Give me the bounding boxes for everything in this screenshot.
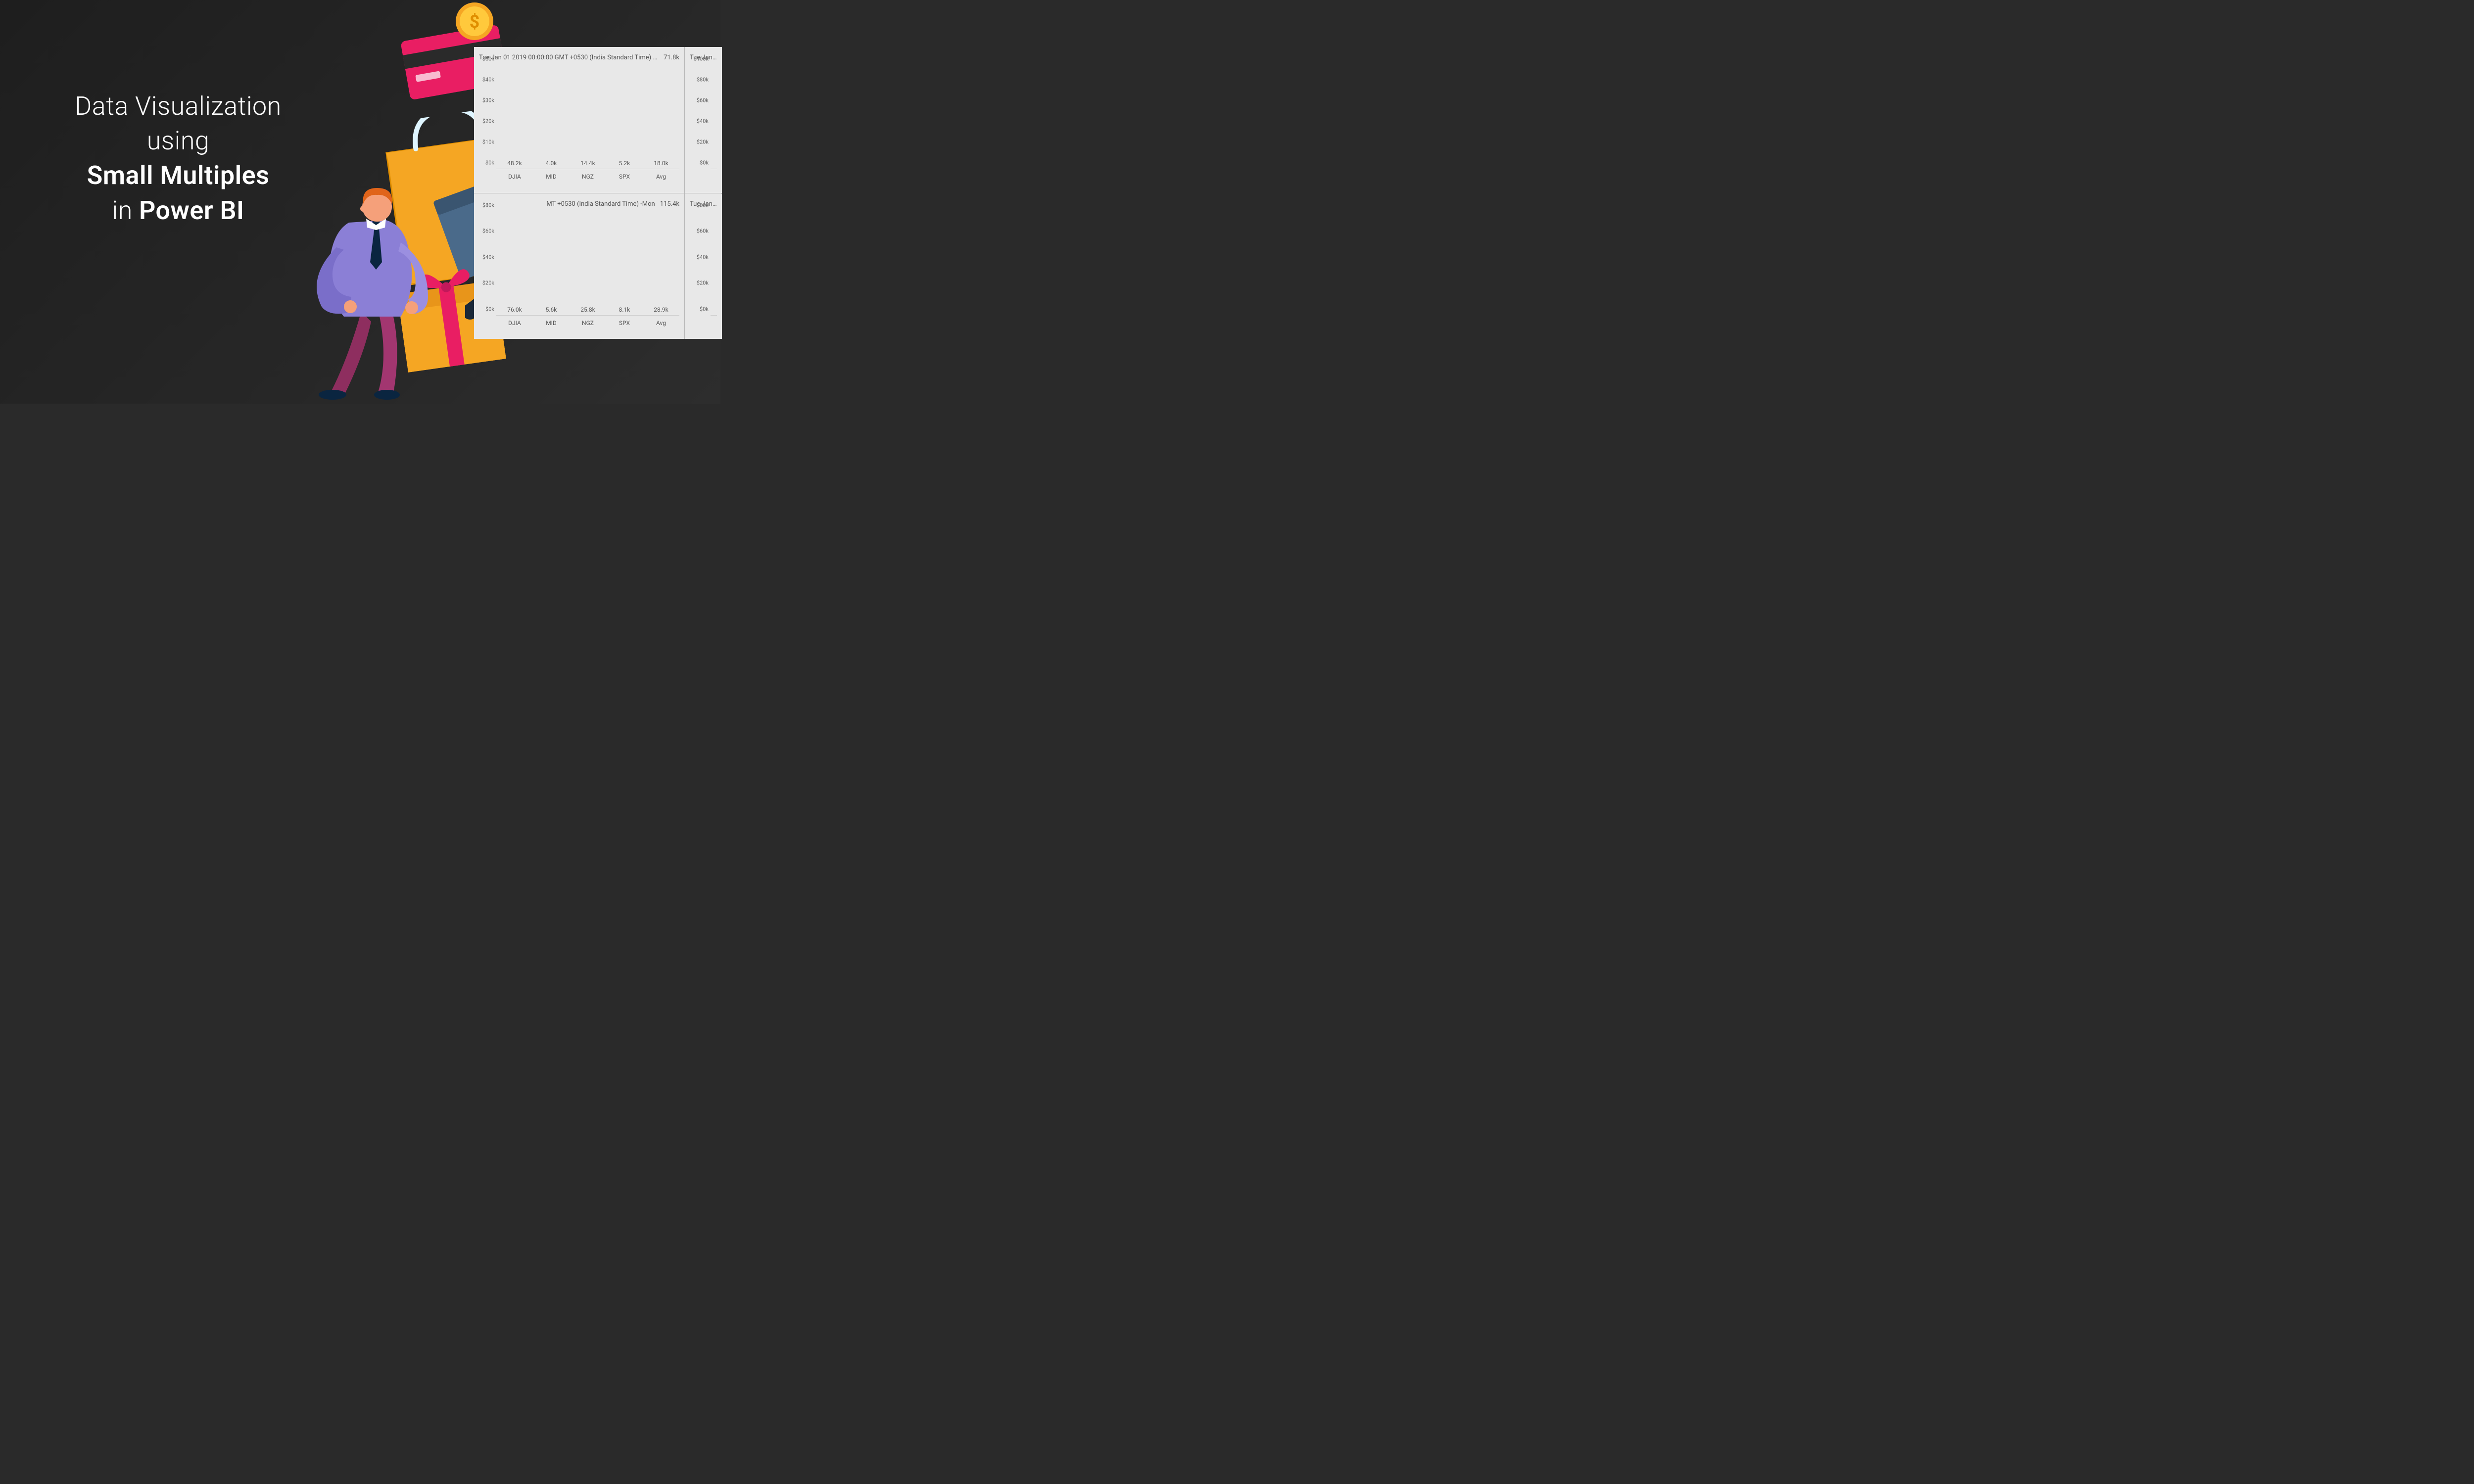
bar-label: 5.2k [619,160,630,167]
chart-panel-3: Tue Jan 01 2 $0k $20k $40k $60k $80k [685,193,722,339]
y-tick: $100k [694,56,709,62]
bar-label: 18.0k [654,160,668,167]
x-label: NGZ [574,173,602,180]
bar-label: 14.4k [580,160,595,167]
plot-area: $0k $10k $20k $30k $40k $50k 48.2k 4.0k … [496,65,679,169]
x-label: Avg [647,320,675,326]
y-tick: $40k [482,77,494,83]
chart-panel-1: Tue Jan 01 2 $0k $20k $40k $60k $80k $10… [685,47,722,193]
bar-label: 76.0k [507,306,522,313]
y-tick: $40k [697,254,709,260]
y-tick: $20k [482,280,494,286]
x-label: SPX [611,320,638,326]
chart-title: Tue Jan 01 2019 00:00:00 GMT +0530 (Indi… [479,54,659,61]
bar-label: 48.2k [507,160,522,167]
y-axis: $0k $10k $20k $30k $40k $50k [479,65,496,169]
bar-label: 28.9k [654,306,668,313]
y-tick: $80k [697,202,709,208]
y-axis: $0k $20k $40k $60k $80k [479,212,496,316]
y-tick: $80k [482,202,494,208]
title-line-1: Data Visualization [75,91,282,121]
title-line-4-prefix: in [112,195,139,226]
y-tick: $0k [700,306,709,312]
y-tick: $50k [482,56,494,62]
y-tick: $60k [697,97,709,104]
chart-header-value: 115.4k [655,200,679,208]
x-label: MID [537,173,565,180]
y-axis: $0k $20k $40k $60k $80k [690,212,711,316]
y-tick: $10k [482,139,494,145]
y-axis: $0k $20k $40k $60k $80k $100k [690,65,711,169]
bar-label: 5.6k [546,306,557,313]
x-label: Avg [647,173,675,180]
x-label: DJIA [501,320,528,326]
bar-label: 4.0k [546,160,557,167]
y-tick: $20k [482,118,494,125]
bar-label: 25.8k [580,306,595,313]
title-line-3: Small Multiples [87,160,270,190]
title-line-4-bold: Power BI [139,195,244,226]
plot-area: $0k $20k $40k $60k $80k 76.0k 5.6k 25.8k… [496,212,679,316]
plot-area: $0k $20k $40k $60k $80k $100k [711,65,717,169]
y-tick: $20k [697,280,709,286]
x-label: MID [537,320,565,326]
plot-area: $0k $20k $40k $60k $80k [711,212,717,316]
x-label: SPX [611,173,638,180]
small-multiples-grid: Tue Jan 01 2019 00:00:00 GMT +0530 (Indi… [474,47,721,339]
x-label: NGZ [574,320,602,326]
y-tick: $60k [482,228,494,234]
y-tick: $30k [482,97,494,104]
chart-panel-2: MT +0530 (India Standard Time) -Mon 115.… [474,193,684,339]
chart-panel-0: Tue Jan 01 2019 00:00:00 GMT +0530 (Indi… [474,47,684,193]
x-label: DJIA [501,173,528,180]
y-tick: $0k [485,160,494,166]
chart-title: MT +0530 (India Standard Time) -Mon [479,200,655,208]
y-tick: $0k [700,160,709,166]
y-tick: $20k [697,139,709,145]
y-tick: $80k [697,77,709,83]
y-tick: $0k [485,306,494,312]
y-tick: $60k [697,228,709,234]
chart-header-value: 71.8k [659,54,679,61]
y-tick: $40k [482,254,494,260]
y-tick: $40k [697,118,709,125]
bar-label: 8.1k [619,306,630,313]
page-title: Data Visualization using Small Multiples… [35,89,322,228]
title-line-2: using [147,126,210,156]
